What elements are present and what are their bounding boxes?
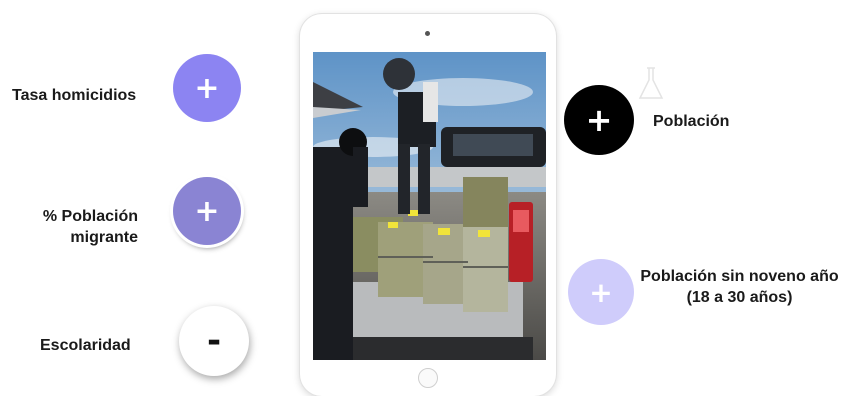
minus-circle-escolaridad[interactable]: - — [179, 306, 249, 376]
factor-label-tasa-homicidios: Tasa homicidios — [12, 87, 137, 104]
minus-icon: - — [206, 321, 222, 361]
factor-label-poblacion-sin-noveno: Población sin noveno año (18 a 30 años) — [632, 267, 847, 309]
factor-label-poblacion: Población — [653, 113, 730, 130]
factor-label-line: migrante — [70, 228, 138, 246]
home-button[interactable] — [418, 368, 438, 388]
tablet-screen-photo — [313, 52, 546, 360]
plus-circle-poblacion[interactable]: + — [564, 85, 634, 155]
flask-icon — [638, 67, 664, 99]
plus-icon: + — [194, 70, 220, 106]
plus-circle-poblacion-migrante[interactable]: + — [173, 177, 241, 245]
plus-icon: + — [585, 101, 613, 139]
factor-label-line: Población sin noveno año — [640, 268, 839, 285]
police-truck-photo — [313, 52, 546, 360]
plus-icon: + — [194, 193, 220, 229]
plus-icon: + — [589, 275, 613, 309]
factor-label-poblacion-migrante: % Población migrante — [20, 207, 138, 249]
camera-icon — [425, 31, 430, 36]
factor-label-escolaridad: Escolaridad — [40, 337, 131, 354]
factor-label-line: % Población — [42, 208, 138, 225]
tablet-frame — [300, 14, 556, 396]
plus-circle-poblacion-sin-noveno[interactable]: + — [568, 259, 634, 325]
factor-label-line: (18 a 30 años) — [686, 288, 793, 306]
plus-circle-tasa-homicidios[interactable]: + — [173, 54, 241, 122]
